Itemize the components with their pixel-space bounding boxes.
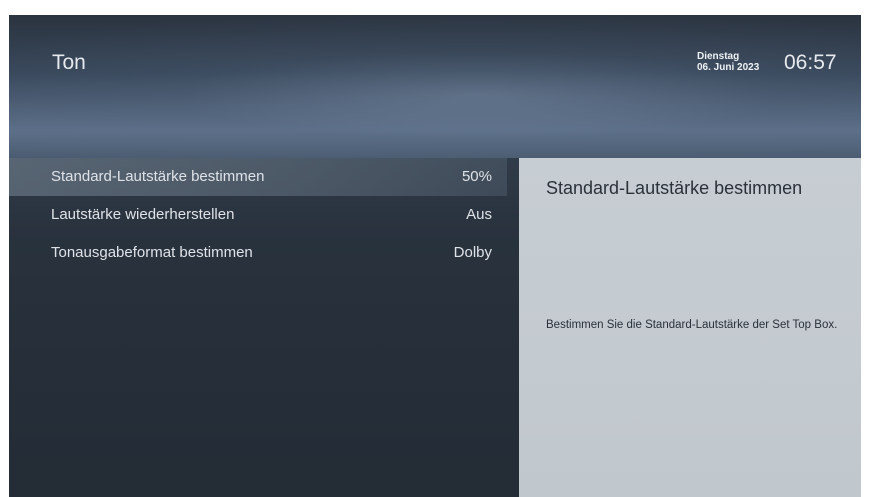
menu-item-value: 50% [461, 168, 492, 185]
date-display: Dienstag 06. Juni 2023 [697, 51, 759, 73]
menu-item-restore-volume[interactable]: Lautstärke wiederherstellen Aus [9, 196, 507, 234]
page-title: Ton [52, 51, 86, 74]
menu-item-label: Standard-Lautstärke bestimmen [51, 168, 265, 185]
info-panel-description: Bestimmen Sie die Standard-Lautstärke de… [546, 319, 838, 331]
menu-item-value: Aus [466, 206, 492, 223]
info-panel-title: Standard-Lautstärke bestimmen [546, 178, 803, 198]
weekday-label: Dienstag [697, 51, 740, 62]
menu-item-value: Dolby [453, 244, 492, 261]
menu-item-audio-format[interactable]: Tonausgabeformat bestimmen Dolby [9, 234, 507, 272]
date-label: 06. Juni 2023 [697, 62, 760, 73]
tv-screen: Ton Dienstag 06. Juni 2023 06:57 Standar… [9, 15, 861, 497]
settings-menu: Standard-Lautstärke bestimmen 50% Lautst… [9, 158, 519, 497]
clock: 06:57 [784, 51, 837, 74]
menu-item-label: Lautstärke wiederherstellen [51, 206, 235, 223]
info-panel: Standard-Lautstärke bestimmen Bestimmen … [519, 158, 861, 497]
menu-item-label: Tonausgabeformat bestimmen [51, 244, 253, 261]
menu-item-standard-volume[interactable]: Standard-Lautstärke bestimmen 50% [9, 158, 507, 196]
